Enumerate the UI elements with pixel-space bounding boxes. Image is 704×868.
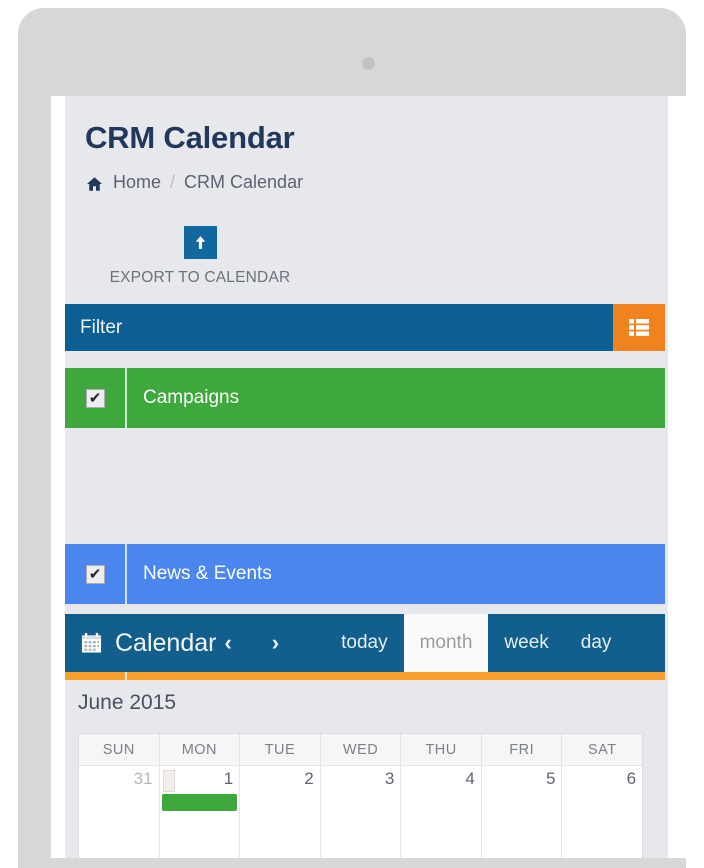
export-to-calendar-block[interactable]: EXPORT TO CALENDAR [100, 224, 300, 287]
calendar-day-number: 4 [465, 769, 475, 788]
calendar-toolbar-label: Calendar [115, 628, 217, 657]
weekday-header-sun: SUN [79, 734, 160, 765]
calendar-day-number: 3 [384, 769, 395, 788]
device-frame: CRM Calendar Home / CRM Calendar EXPORT … [18, 8, 688, 868]
calendar-day-cell[interactable]: 4 [401, 765, 482, 858]
calendar-view-day[interactable]: day [565, 614, 628, 672]
calendar-month-title: June 2015 [78, 691, 177, 714]
weekday-header-wed: WED [321, 734, 402, 765]
breadcrumb-separator: / [170, 172, 176, 192]
calendar-day-number: 5 [546, 769, 556, 788]
weekday-header-fri: FRI [482, 734, 563, 765]
weekday-header-sat: SAT [587, 741, 617, 758]
calendar-day-number: 2 [304, 769, 314, 788]
filter-checkbox-news-events[interactable]: ✔ [65, 544, 127, 604]
page-surface: CRM Calendar Home / CRM Calendar EXPORT … [65, 96, 668, 858]
calendar-view-month[interactable]: month [403, 614, 489, 672]
export-button[interactable] [181, 224, 219, 261]
upload-arrow-icon [195, 236, 205, 249]
breadcrumb: Home / CRM Calendar [85, 172, 303, 193]
device-screen: CRM Calendar Home / CRM Calendar EXPORT … [51, 96, 688, 858]
filter-bar: Filter [65, 304, 665, 351]
weekday-header-tue: TUE [240, 734, 321, 765]
calendar-toolbar: Calendar ‹ › today month week day [65, 614, 665, 672]
list-icon [629, 319, 649, 336]
calendar-weekday-header-row: SUN MON TUE WED THU FRI SAT [79, 734, 642, 765]
filter-category-news-events[interactable]: ✔ News & Events [65, 544, 665, 604]
calendar-day-cell[interactable]: 6 [562, 765, 643, 858]
home-icon [85, 175, 104, 193]
calendar-day-cell[interactable]: 3 [320, 765, 402, 858]
filter-checkbox-campaigns[interactable]: ✔ [65, 368, 127, 428]
filter-category-campaigns[interactable]: ✔ Campaigns [65, 368, 665, 428]
calendar-event-chip[interactable] [161, 770, 238, 811]
calendar-view-today[interactable]: today [325, 614, 403, 672]
event-marker-icon [162, 770, 175, 792]
calendar-view-week[interactable]: week [488, 614, 564, 672]
breadcrumb-current: CRM Calendar [184, 172, 304, 192]
checkbox-glyph: ✔ [85, 388, 105, 408]
calendar-prev-button[interactable]: ‹ [224, 630, 231, 656]
camera-dot-icon [362, 57, 375, 70]
checkbox-glyph: ✔ [85, 564, 105, 584]
calendar-icon [81, 632, 102, 653]
calendar-grid: SUN MON TUE WED THU FRI SAT 31 1 2 3 4 5… [78, 733, 643, 858]
calendar-day-cell[interactable]: 31 [79, 765, 160, 858]
filter-title: Filter [80, 316, 123, 338]
calendar-next-button[interactable]: › [272, 630, 279, 656]
calendar-day-cell[interactable]: 5 [481, 765, 563, 858]
calendar-day-number: 31 [133, 769, 153, 788]
weekday-header-mon: MON [160, 734, 241, 765]
filter-label-campaigns: Campaigns [143, 387, 240, 408]
weekday-header-thu: THU [401, 734, 482, 765]
calendar-day-cell[interactable]: 2 [240, 765, 321, 858]
calendar-week-row: 31 1 2 3 4 5 6 [79, 765, 643, 858]
filter-label-news-events: News & Events [143, 563, 272, 584]
filter-toggle-button[interactable] [613, 304, 665, 351]
page-title: CRM Calendar [85, 120, 295, 155]
calendar-day-cell[interactable]: 1 [159, 765, 241, 858]
export-label: EXPORT TO CALENDAR [109, 269, 291, 286]
breadcrumb-home-link[interactable]: Home [113, 172, 161, 193]
calendar-day-number: 6 [626, 769, 637, 788]
